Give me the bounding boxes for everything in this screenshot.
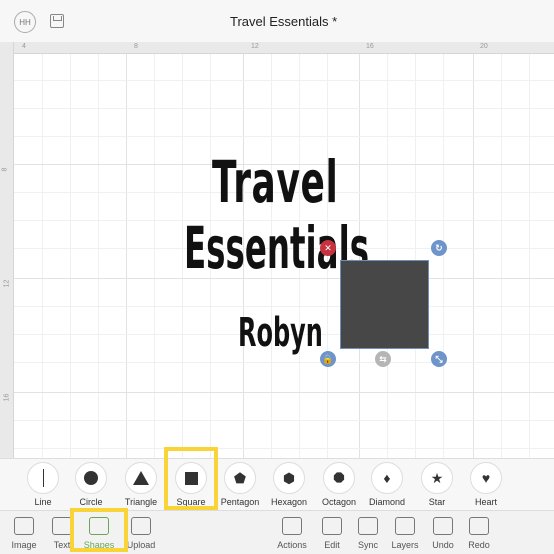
pentagon-glyph: ⬟ — [233, 470, 247, 486]
delete-handle-icon[interactable]: ✕ — [320, 240, 336, 256]
user-avatar[interactable]: HH — [14, 11, 36, 33]
diamond-glyph: ♦ — [383, 470, 391, 486]
resize-handle-icon[interactable]: ⤡ — [431, 351, 447, 367]
ruler-label: 16 — [3, 393, 11, 402]
circle-icon — [75, 462, 107, 494]
tool-label: Redo — [468, 540, 490, 550]
ruler-label: 16 — [366, 43, 374, 50]
triangle-icon — [125, 462, 157, 494]
image-icon — [14, 517, 34, 535]
ruler-label: 20 — [480, 43, 488, 50]
ruler-top: 4 8 12 16 20 — [14, 42, 554, 54]
octagon-icon: ⯃ — [323, 462, 355, 494]
redo-icon — [469, 517, 489, 535]
design-space-app: HH Travel Essentials * 4 8 12 16 20 8 12… — [0, 0, 554, 554]
upload-icon — [131, 517, 151, 535]
flip-handle-icon[interactable]: ⇆ — [375, 351, 391, 367]
star-glyph: ★ — [430, 470, 444, 486]
heart-glyph: ♥ — [481, 470, 491, 486]
diamond-icon: ♦ — [371, 462, 403, 494]
save-icon[interactable] — [50, 14, 64, 28]
ruler-label: 4 — [22, 43, 26, 50]
rotate-handle-icon[interactable]: ↻ — [431, 240, 447, 256]
text-icon — [52, 517, 72, 535]
ruler-label: 8 — [134, 43, 138, 50]
selected-square-shape[interactable] — [340, 260, 429, 349]
top-bar: HH Travel Essentials * — [0, 0, 554, 42]
text-robyn[interactable]: Robyn — [238, 310, 323, 356]
shape-label: Heart — [474, 497, 497, 507]
shapes-highlight — [70, 508, 128, 552]
ruler-label: 12 — [3, 279, 11, 288]
star-icon: ★ — [421, 462, 453, 494]
project-title: Travel Essentials * — [230, 14, 338, 29]
hexagon-glyph: ⬢ — [282, 470, 296, 486]
shape-heart[interactable]: ♥ Heart — [457, 459, 515, 511]
pentagon-icon: ⬟ — [224, 462, 256, 494]
undo-icon — [433, 517, 453, 535]
actions-button[interactable]: Actions — [272, 511, 312, 554]
ruler-label: 8 — [1, 167, 9, 172]
line-icon — [27, 462, 59, 494]
ruler-label: 12 — [251, 43, 259, 50]
hexagon-icon: ⬢ — [273, 462, 305, 494]
shapes-panel: Line Circle Triangle Square ⬟ Pentagon ⬢… — [0, 458, 554, 510]
redo-button[interactable]: Redo — [459, 511, 499, 554]
ruler-left: 8 12 16 — [0, 42, 14, 458]
layers-icon — [395, 517, 415, 535]
design-canvas[interactable]: Travel Essentials Robyn ✕ ↻ 🔒 ⇆ ⤡ — [14, 54, 554, 458]
octagon-glyph: ⯃ — [333, 470, 345, 486]
text-travel[interactable]: Travel — [212, 148, 338, 216]
sync-icon — [358, 517, 378, 535]
actions-icon — [282, 517, 302, 535]
heart-icon: ♥ — [470, 462, 502, 494]
edit-icon — [322, 517, 342, 535]
square-highlight — [164, 447, 218, 510]
lock-handle-icon[interactable]: 🔒 — [320, 351, 336, 367]
